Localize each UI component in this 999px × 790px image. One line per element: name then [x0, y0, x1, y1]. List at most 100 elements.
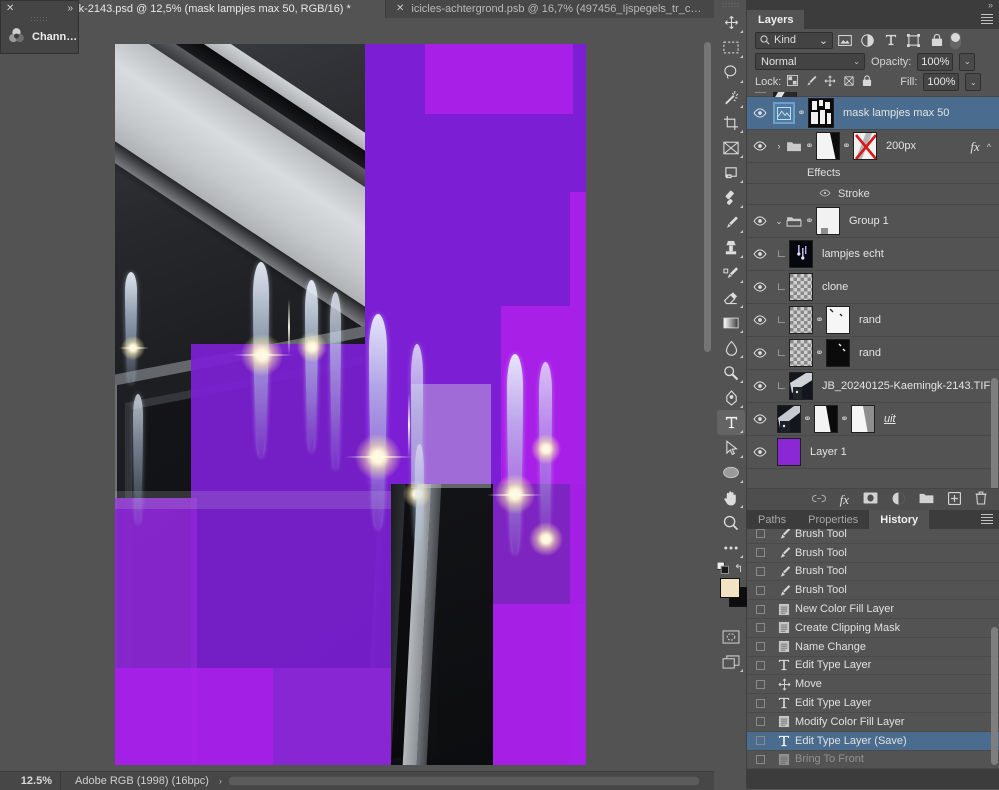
history-item[interactable]: Move — [747, 675, 999, 694]
lock-all-icon[interactable] — [862, 75, 872, 90]
history-scrollbar[interactable] — [991, 531, 998, 767]
clone-stamp-tool[interactable] — [717, 235, 745, 260]
close-icon[interactable]: ✕ — [6, 3, 14, 14]
lasso-tool[interactable] — [717, 60, 745, 85]
layer-thumbnail[interactable] — [777, 405, 801, 433]
path-selection-tool[interactable] — [717, 435, 745, 460]
layer-row-uit[interactable]: ⚭ ⚭ uit — [747, 403, 999, 436]
layer-visibility-toggle[interactable] — [747, 141, 773, 151]
history-item[interactable]: Brush Tool — [747, 581, 999, 600]
fx-icon[interactable]: fx — [970, 139, 979, 155]
history-state-checkbox[interactable] — [756, 548, 765, 557]
history-brush-tool[interactable] — [717, 260, 745, 285]
layer-row-200px[interactable]: › ⚭ ⚭ 200px fx ^ — [747, 130, 999, 163]
spot-healing-brush-tool[interactable] — [717, 185, 745, 210]
quick-mask-button[interactable] — [717, 624, 745, 649]
layer-link-icon[interactable]: ⚭ — [795, 108, 808, 119]
effect-visibility-toggle[interactable] — [819, 188, 831, 200]
layer-row-tif[interactable]: ∟ JB_20240125-Kaemingk-2143.TIF — [747, 370, 999, 403]
eraser-tool[interactable] — [717, 285, 745, 310]
group-collapse-arrow-icon[interactable]: ⌄ — [773, 216, 785, 227]
layer-name[interactable]: rand — [850, 314, 881, 326]
layers-scrollbar[interactable] — [991, 196, 998, 488]
layer-row-layer-1[interactable]: Layer 1 — [747, 436, 999, 469]
filter-enable-toggle[interactable] — [950, 32, 961, 49]
link-layers-button[interactable] — [812, 494, 826, 506]
hand-tool[interactable] — [717, 485, 745, 510]
canvas-scroll-thumb[interactable] — [704, 42, 711, 352]
effect-stroke-row[interactable]: Stroke — [747, 184, 999, 205]
brush-tool[interactable] — [717, 210, 745, 235]
layer-visibility-toggle[interactable] — [747, 447, 773, 457]
color-fill-layer-thumbnail[interactable] — [777, 438, 801, 466]
chevron-down-icon[interactable]: ⌄ — [853, 57, 860, 66]
disabled-mask-thumbnail[interactable] — [853, 132, 877, 160]
new-group-button[interactable] — [919, 492, 934, 507]
add-layer-mask-button[interactable] — [863, 492, 878, 507]
layer-visibility-toggle[interactable] — [747, 381, 773, 391]
layer-name[interactable]: Layer 1 — [801, 446, 847, 458]
blur-tool[interactable] — [717, 335, 745, 360]
tab-history[interactable]: History — [869, 510, 929, 529]
history-item-selected[interactable]: Edit Type Layer (Save) — [747, 732, 999, 751]
layers-scroll-thumb[interactable] — [991, 378, 998, 488]
layer-mask-thumbnail[interactable] — [816, 132, 840, 160]
document-tab-2[interactable]: ✕ icicles-achtergrond.psb @ 16,7% (49745… — [385, 0, 705, 18]
history-state-checkbox[interactable] — [756, 680, 765, 689]
history-item-undone[interactable]: Bring To Front — [747, 751, 999, 769]
lock-artboard-nesting-icon[interactable] — [843, 75, 855, 90]
layer-link-icon[interactable]: ⚭ — [801, 414, 814, 425]
crop-tool[interactable] — [717, 110, 745, 135]
layer-thumbnail[interactable] — [789, 240, 813, 268]
fill-stepper[interactable]: ⌄ — [965, 73, 981, 91]
layer-link-icon[interactable]: ⚭ — [840, 141, 853, 152]
screen-mode-button[interactable] — [717, 649, 745, 674]
ellipse-tool[interactable] — [717, 460, 745, 485]
history-state-checkbox[interactable] — [756, 623, 765, 632]
history-list[interactable]: Brush Tool Brush Tool Brush Tool Brush T… — [747, 529, 999, 769]
canvas-vertical-scrollbar[interactable] — [703, 38, 712, 771]
document-canvas[interactable] — [115, 44, 586, 765]
layer-name[interactable]: lampjes echt — [813, 248, 884, 260]
history-state-checkbox[interactable] — [756, 755, 765, 764]
history-state-checkbox[interactable] — [756, 529, 765, 538]
effect-name[interactable]: Stroke — [838, 188, 870, 200]
layer-name[interactable]: Group 1 — [840, 215, 889, 227]
history-item[interactable]: Brush Tool — [747, 563, 999, 582]
layer-name[interactable]: mask lampjes max 50 — [834, 107, 949, 119]
layer-mask-thumbnail[interactable] — [826, 306, 850, 334]
layer-name[interactable]: rand — [850, 347, 881, 359]
layer-link-icon[interactable]: ⚭ — [838, 414, 851, 425]
history-state-checkbox[interactable] — [756, 605, 765, 614]
layer-name[interactable]: 200px — [877, 140, 916, 152]
layer-row-mask-lampjes[interactable]: ⚭ mask lampjes max 50 — [747, 97, 999, 130]
layer-mask-thumbnail-2[interactable] — [851, 405, 875, 433]
shape-layer-filter-icon[interactable] — [902, 31, 925, 49]
history-state-checkbox[interactable] — [756, 717, 765, 726]
layer-name[interactable]: uit — [875, 413, 896, 425]
foreground-color-swatch[interactable] — [720, 578, 740, 598]
layer-style-button[interactable]: fx — [840, 492, 849, 508]
canvas-area[interactable] — [0, 18, 714, 771]
layer-link-icon[interactable]: ⚭ — [803, 141, 816, 152]
status-chevron-icon[interactable]: › — [209, 776, 228, 786]
history-state-checkbox[interactable] — [756, 736, 765, 745]
layer-visibility-toggle[interactable] — [747, 216, 773, 226]
move-tool[interactable] — [717, 10, 745, 35]
eyedropper-tool[interactable] — [717, 160, 745, 185]
filter-kind-select[interactable]: Kind ⌄ — [755, 32, 833, 49]
layer-thumbnail-transparent[interactable] — [789, 273, 813, 301]
zoom-tool[interactable] — [717, 510, 745, 535]
layer-row-clone[interactable]: ∟ clone — [747, 271, 999, 304]
panel-grip[interactable]: :::::: — [1, 16, 78, 24]
layer-row-group-1[interactable]: ⌄ ⚭ Group 1 — [747, 205, 999, 238]
toolbar-grip[interactable]: :::::: — [716, 0, 746, 10]
pen-tool[interactable] — [717, 385, 745, 410]
lock-image-pixels-icon[interactable] — [805, 75, 817, 90]
layers-list[interactable]: silhouet ⚭ mask lampjes max 50 — [747, 92, 999, 488]
zoom-level[interactable]: 12.5% — [0, 775, 60, 787]
pixel-layer-filter-icon[interactable] — [833, 31, 856, 49]
layer-visibility-toggle[interactable] — [747, 108, 773, 118]
collapse-panels-button[interactable]: » — [747, 0, 999, 10]
history-state-checkbox[interactable] — [756, 586, 765, 595]
